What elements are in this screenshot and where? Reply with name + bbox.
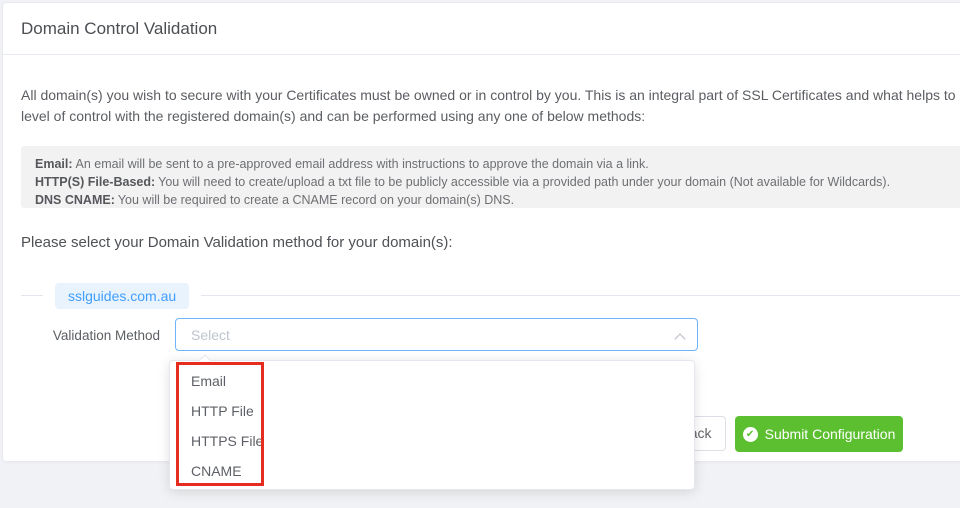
info-cname-line: DNS CNAME: You will be required to create… [35, 191, 960, 209]
select-placeholder: Select [191, 327, 230, 343]
validation-methods-info-box: Email: An email will be sent to a pre-app… [21, 146, 960, 208]
submit-configuration-button[interactable]: ✔ Submit Configuration [735, 416, 903, 452]
info-http-text: You will need to create/upload a txt fil… [158, 175, 891, 189]
info-http-line: HTTP(S) File-Based: You will need to crea… [35, 173, 960, 191]
select-method-prompt: Please select your Domain Validation met… [21, 234, 453, 251]
info-cname-text: You will be required to create a CNAME r… [117, 193, 515, 207]
page-title: Domain Control Validation [21, 19, 218, 38]
validation-method-select[interactable]: Select [175, 318, 698, 351]
info-email-line: Email: An email will be sent to a pre-app… [35, 155, 960, 173]
dropdown-option-email[interactable]: Email [170, 366, 694, 396]
chevron-up-icon [676, 333, 684, 341]
check-circle-icon: ✔ [742, 426, 758, 442]
dropdown-option-cname[interactable]: CNAME [170, 456, 694, 486]
intro-line-1: All domain(s) you wish to secure with yo… [21, 87, 956, 103]
validation-method-dropdown: Email HTTP File HTTPS File CNAME [169, 360, 695, 490]
info-email-text: An email will be sent to a pre-approved … [75, 157, 649, 171]
dropdown-option-http-file[interactable]: HTTP File [170, 396, 694, 426]
domain-tab-sslguides[interactable]: sslguides.com.au [55, 283, 190, 309]
submit-button-label: Submit Configuration [764, 426, 896, 442]
info-http-label: HTTP(S) File-Based: [35, 175, 156, 189]
domain-control-validation-page: Domain Control Validation All domain(s) … [0, 0, 960, 508]
card-header: Domain Control Validation [3, 3, 960, 55]
validation-method-label: Validation Method [52, 328, 160, 343]
domain-tab-wrapper: sslguides.com.au [43, 283, 202, 309]
intro-line-2: level of control with the registered dom… [21, 108, 646, 124]
info-email-label: Email: [35, 157, 73, 171]
dropdown-option-https-file[interactable]: HTTPS File [170, 426, 694, 456]
info-cname-label: DNS CNAME: [35, 193, 115, 207]
intro-paragraph: All domain(s) you wish to secure with yo… [21, 85, 960, 127]
